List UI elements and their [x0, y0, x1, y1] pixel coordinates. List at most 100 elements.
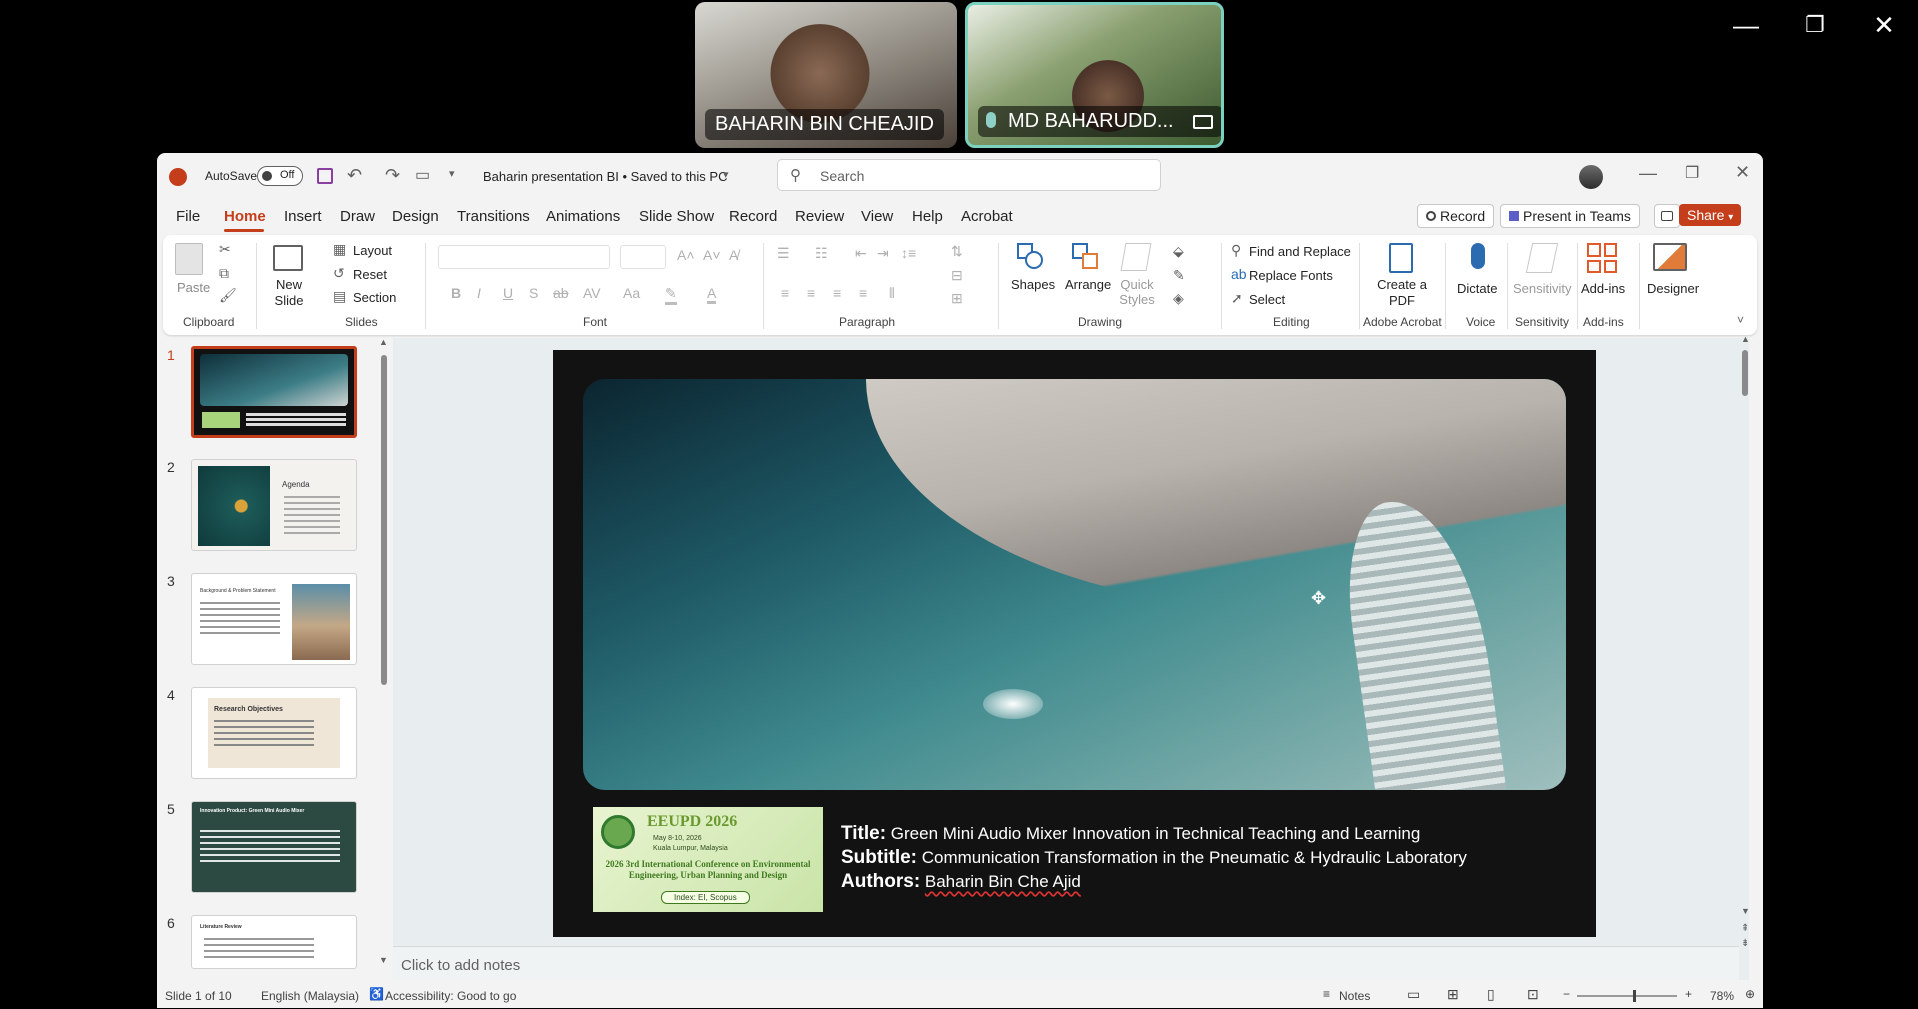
replace-fonts-button[interactable]: Replace Fonts: [1249, 268, 1333, 283]
tab-review[interactable]: Review: [795, 208, 844, 225]
tab-view[interactable]: View: [861, 208, 893, 225]
tab-acrobat[interactable]: Acrobat: [961, 208, 1013, 225]
record-button[interactable]: Record: [1417, 204, 1495, 228]
designer-label[interactable]: Designer: [1647, 281, 1699, 296]
increase-font-icon[interactable]: A˄: [677, 247, 695, 263]
shapes-icon[interactable]: [1017, 243, 1043, 269]
line-spacing-icon[interactable]: ↕≡: [901, 245, 916, 261]
teams-minimize-button[interactable]: —: [1726, 10, 1766, 41]
italic-icon[interactable]: I: [477, 285, 481, 301]
scroll-down-icon[interactable]: ▼: [379, 955, 388, 965]
previous-slide-icon[interactable]: ⇞: [1741, 923, 1749, 934]
slide-sorter-icon[interactable]: ⊞: [1447, 986, 1459, 1003]
copy-icon[interactable]: ⧉: [219, 265, 229, 282]
clear-formatting-icon[interactable]: A̸: [729, 247, 738, 263]
tab-record[interactable]: Record: [729, 208, 777, 225]
shadow-icon[interactable]: S: [529, 285, 538, 301]
arrange-icon[interactable]: [1072, 243, 1100, 271]
teams-close-button[interactable]: ✕: [1864, 10, 1904, 41]
next-slide-icon[interactable]: ⇟: [1741, 938, 1749, 949]
tab-slide-show[interactable]: Slide Show: [639, 208, 714, 225]
paste-icon[interactable]: [175, 243, 203, 275]
justify-icon[interactable]: ≡: [859, 285, 867, 301]
slide-thumbnail-6[interactable]: Literature Review: [191, 915, 357, 969]
paste-label[interactable]: Paste: [177, 280, 210, 295]
tab-home[interactable]: Home: [224, 208, 266, 225]
tab-draw[interactable]: Draw: [340, 208, 375, 225]
share-button[interactable]: Share ▾: [1679, 204, 1742, 226]
microphone-icon[interactable]: [1471, 243, 1485, 269]
font-family-select[interactable]: [438, 245, 610, 269]
save-icon[interactable]: [317, 168, 333, 184]
text-direction-icon[interactable]: ⇅: [951, 243, 963, 260]
underline-icon[interactable]: U: [503, 285, 513, 301]
quick-styles-icon[interactable]: [1120, 243, 1152, 271]
align-left-icon[interactable]: ≡: [781, 285, 789, 301]
columns-icon[interactable]: ⫴: [889, 285, 895, 302]
zoom-thumb[interactable]: [1633, 990, 1636, 1002]
document-title[interactable]: Baharin presentation BI • Saved to this …: [483, 169, 727, 184]
tab-file[interactable]: File: [176, 208, 200, 225]
search-box[interactable]: ⚲ Search: [777, 159, 1161, 191]
create-pdf-icon[interactable]: [1389, 243, 1413, 273]
slide-thumbnail-1[interactable]: [191, 346, 357, 438]
align-center-icon[interactable]: ≡: [807, 285, 815, 301]
dictate-label[interactable]: Dictate: [1457, 281, 1497, 296]
tab-animations[interactable]: Animations: [546, 208, 620, 225]
zoom-slider[interactable]: [1577, 990, 1677, 1002]
quick-styles-label[interactable]: Quick Styles: [1117, 277, 1157, 307]
fit-to-window-icon[interactable]: ⊕: [1745, 987, 1755, 1001]
scrollbar-thumb[interactable]: [1742, 350, 1748, 396]
editor-scrollbar[interactable]: ▲ ▼ ⇞ ⇟: [1741, 334, 1750, 980]
new-slide-icon[interactable]: [273, 245, 303, 271]
shape-fill-icon[interactable]: ⬙: [1173, 243, 1184, 260]
sensitivity-label[interactable]: Sensitivity: [1513, 281, 1572, 296]
reading-view-icon[interactable]: ▯: [1487, 986, 1495, 1003]
undo-icon[interactable]: ↶: [347, 165, 362, 186]
teams-restore-button[interactable]: ❐: [1795, 12, 1835, 38]
highlight-icon[interactable]: ✎: [665, 285, 677, 305]
strikethrough-icon[interactable]: ab: [553, 285, 569, 301]
comments-button[interactable]: [1654, 204, 1680, 228]
shape-outline-icon[interactable]: ✎: [1173, 267, 1185, 284]
font-color-icon[interactable]: A: [707, 285, 717, 304]
decrease-font-icon[interactable]: A˅: [703, 247, 721, 263]
increase-indent-icon[interactable]: ⇥: [877, 245, 889, 262]
sensitivity-icon[interactable]: [1525, 243, 1559, 273]
account-avatar[interactable]: [1579, 165, 1603, 189]
scroll-down-icon[interactable]: ▼: [1741, 906, 1750, 916]
close-icon[interactable]: ✕: [1735, 162, 1750, 183]
scroll-up-icon[interactable]: ▲: [379, 337, 388, 347]
arrange-label[interactable]: Arrange: [1065, 277, 1111, 292]
slide-canvas[interactable]: EEUPD 2026 May 8-10, 2026 Kuala Lumpur, …: [553, 350, 1596, 937]
select-button[interactable]: Select: [1249, 292, 1285, 307]
present-from-start-icon[interactable]: ▭: [415, 165, 430, 185]
autosave-toggle[interactable]: Off: [257, 166, 303, 186]
scroll-up-icon[interactable]: ▲: [1741, 334, 1750, 344]
participant-tile-1[interactable]: BAHARIN BIN CHEAJID: [695, 2, 957, 148]
redo-icon[interactable]: ↷: [385, 165, 400, 186]
tab-insert[interactable]: Insert: [284, 208, 322, 225]
slide-thumbnail-2[interactable]: Agenda: [191, 459, 357, 551]
slide-thumbnail-4[interactable]: Research Objectives: [191, 687, 357, 779]
align-text-icon[interactable]: ⊟: [951, 267, 963, 284]
reset-button[interactable]: Reset: [353, 267, 387, 282]
notes-button[interactable]: Notes: [1339, 989, 1370, 1003]
zoom-in-icon[interactable]: +: [1685, 987, 1692, 1001]
minimize-icon[interactable]: —: [1639, 163, 1657, 184]
find-replace-button[interactable]: Find and Replace: [1249, 244, 1351, 259]
smartart-icon[interactable]: ⊞: [951, 290, 963, 307]
present-in-teams-button[interactable]: Present in Teams: [1500, 204, 1640, 228]
tab-design[interactable]: Design: [392, 208, 439, 225]
numbering-icon[interactable]: ☷: [815, 245, 828, 262]
shapes-label[interactable]: Shapes: [1011, 277, 1055, 292]
tab-help[interactable]: Help: [912, 208, 943, 225]
restore-icon[interactable]: ❐: [1685, 163, 1699, 183]
zoom-out-icon[interactable]: −: [1563, 987, 1570, 1001]
collapse-ribbon-icon[interactable]: ˅: [1737, 313, 1744, 327]
slide-thumbnail-3[interactable]: Background & Problem Statement: [191, 573, 357, 665]
change-case-icon[interactable]: Aa: [623, 285, 640, 301]
language-status[interactable]: English (Malaysia): [261, 989, 359, 1003]
new-slide-label[interactable]: New Slide: [269, 277, 309, 309]
font-size-select[interactable]: [620, 245, 666, 269]
